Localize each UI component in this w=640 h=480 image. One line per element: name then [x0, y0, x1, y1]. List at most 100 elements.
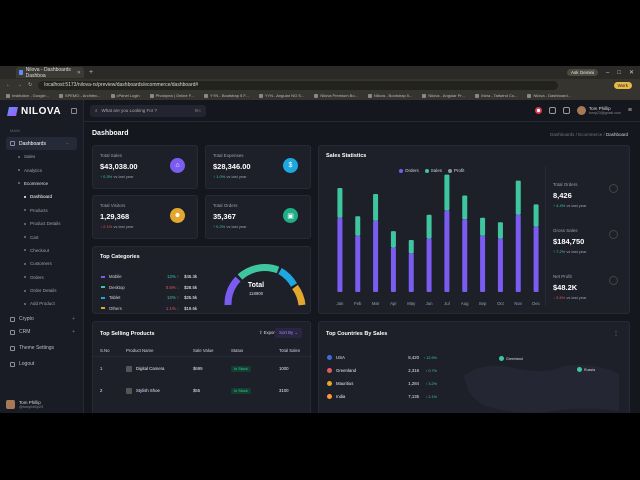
bookmark-item[interactable]: Xstra - Tailwind Co... [475, 93, 518, 98]
submenu-item-product-details[interactable]: Product Details [6, 217, 83, 230]
fullscreen-icon[interactable] [562, 107, 570, 114]
sidebar-item-sales[interactable]: Sales [0, 150, 83, 163]
stat-change: ↑ 0.2% vs last year [213, 224, 247, 229]
box-icon: ▣ [283, 208, 298, 223]
submenu-item-checkout[interactable]: Checkout [6, 244, 83, 257]
reload-icon[interactable]: ↻ [28, 82, 32, 88]
url-field[interactable]: localhost:5173/nilova-rs/preview/dashboa… [38, 80, 559, 90]
bookmark-item[interactable]: Nilova - Bootstrap 5... [368, 93, 412, 98]
bar-sales-nov[interactable] [515, 180, 521, 215]
submenu-item-order-details[interactable]: Order Details [6, 284, 83, 297]
minimize-icon[interactable]: – [606, 70, 609, 76]
bar-orders-jul[interactable] [444, 210, 450, 292]
bookmark-item[interactable]: Nilova - Angular Pr... [422, 93, 464, 98]
sidebar-item-dashboards[interactable]: Dashboards − [6, 137, 77, 150]
bar-orders-sep[interactable] [480, 235, 486, 292]
sidebar-user[interactable]: Tom Phillip @tomphillip23 [6, 400, 43, 409]
bookmark-item[interactable]: SPEMO - Architec... [59, 93, 101, 98]
profile-pill[interactable]: Work [613, 81, 632, 89]
sidebar-item-crm[interactable]: CRM + [0, 326, 83, 339]
bar-sales-jan[interactable] [337, 188, 343, 218]
bookmark-item[interactable]: YYN - Bootstrap 5 F... [204, 93, 249, 98]
bookmark-item[interactable]: YYN - Angular NG S... [259, 93, 305, 98]
bookmark-item[interactable]: Photopea | Online F... [150, 93, 194, 98]
bar-orders-jun[interactable] [426, 238, 432, 292]
bar-orders-jan[interactable] [337, 217, 343, 292]
country-row: USA 8,420 ↑ 12.9% [327, 355, 437, 360]
ask-gemini-button[interactable]: Ask Gemini [566, 69, 598, 76]
browser-tab-strip: Nilova - Dashboards Dashboa ✕ + Ask Gemi… [0, 66, 640, 79]
export-button[interactable]: ⇪ Export [259, 330, 276, 336]
bar-sales-jul[interactable] [444, 174, 450, 211]
new-tab-icon[interactable]: + [89, 69, 93, 76]
box-icon [609, 184, 618, 193]
bar-orders-may[interactable] [408, 253, 414, 292]
sort-by-dropdown[interactable]: Sort By ⌄ [275, 328, 302, 338]
submenu-item-cart[interactable]: Cart [6, 230, 83, 243]
map-pin-russia[interactable]: Russia [577, 367, 595, 372]
plus-icon: + [72, 316, 75, 323]
search-input[interactable]: ⌕ What are you Looking For ? ⌘K [90, 104, 206, 117]
product-cell-value: $55 [193, 388, 201, 393]
bar-sales-aug[interactable] [462, 195, 468, 220]
bar-sales-oct[interactable] [497, 222, 503, 239]
language-flag-icon[interactable] [534, 107, 542, 114]
product-name[interactable]: Stylish Shoe [136, 388, 160, 393]
legend-item-orders[interactable]: Orders [399, 168, 419, 173]
bookmark-item[interactable]: Institution - Google... [6, 93, 49, 98]
stat-label: Total Orders [213, 203, 238, 208]
sidebar-item-analytics[interactable]: Analytics [0, 163, 83, 176]
bar-sales-apr[interactable] [390, 231, 396, 248]
submenu-item-orders[interactable]: Orders [6, 271, 83, 284]
sidebar-item-logout[interactable]: Logout [0, 358, 83, 371]
notification-icon[interactable] [548, 107, 556, 114]
bar-orders-oct[interactable] [497, 238, 503, 292]
submenu-item-customers[interactable]: Customers [6, 257, 83, 270]
submenu-item-products[interactable]: Products [6, 204, 83, 217]
bar-orders-dec[interactable] [533, 226, 539, 292]
close-tab-icon[interactable]: ✕ [77, 70, 81, 76]
back-icon[interactable]: ← [6, 82, 11, 88]
product-cell-no: 2 [100, 388, 103, 393]
bookmark-item[interactable]: Nilova Premium Bo... [314, 93, 358, 98]
legend-item-profit[interactable]: Profit [448, 168, 465, 173]
bar-sales-may[interactable] [408, 240, 414, 254]
bar-sales-mar[interactable] [373, 193, 379, 221]
country-row: India 7,135 ↑ 2.1% [327, 394, 437, 399]
close-window-icon[interactable]: ✕ [629, 69, 634, 76]
bookmark-item[interactable]: Nilova - Dashboard... [527, 93, 571, 98]
map-pin-greenland[interactable]: Greenland [499, 356, 523, 361]
submenu-item-add-product[interactable]: Add Product [6, 297, 83, 310]
stat-change: ↑ 1.0% vs last year [213, 174, 247, 179]
bar-orders-mar[interactable] [373, 220, 379, 292]
bar-orders-aug[interactable] [462, 219, 468, 292]
bookmarks-bar: Institution - Google... SPEMO - Architec.… [0, 91, 640, 100]
collapse-sidebar-icon[interactable] [71, 108, 77, 114]
bar-sales-jun[interactable] [426, 214, 432, 239]
legend-item-sales[interactable]: Sales [425, 168, 442, 173]
sidebar-item-ecommerce[interactable]: Ecommerce [0, 177, 83, 190]
sales-bar-chart: Jan Feb Mar Apr May Jun Jul Aug Sep Oct Nov Dec [336, 174, 541, 306]
sidebar-item-theme-settings[interactable]: Theme Settings [0, 342, 83, 355]
forward-icon[interactable]: → [17, 82, 22, 88]
bar-sales-feb[interactable] [355, 216, 361, 236]
bar-sales-sep[interactable] [480, 217, 486, 236]
bar-orders-apr[interactable] [390, 247, 396, 292]
maximize-icon[interactable]: □ [617, 70, 621, 76]
menu-icon[interactable]: ≡ [628, 107, 632, 114]
side-stat-change: ↑ 4.4% vs last year [553, 203, 587, 208]
sidebar-item-crypto[interactable]: Crypto + [0, 313, 83, 326]
bookmark-item[interactable]: cPanel Login [111, 93, 140, 98]
bar-orders-nov[interactable] [515, 214, 521, 292]
bar-orders-feb[interactable] [355, 235, 361, 292]
bar-sales-dec[interactable] [533, 204, 539, 227]
breadcrumb-ecommerce[interactable]: Ecommerce [578, 132, 602, 137]
product-name[interactable]: Digital Camera [136, 366, 164, 371]
breadcrumb-dashboards[interactable]: Dashboards [550, 132, 574, 137]
map-landmass [464, 365, 619, 413]
country-name: Greenland [336, 368, 357, 373]
more-options-icon[interactable]: ⋮ [613, 330, 619, 337]
browser-tab[interactable]: Nilova - Dashboards Dashboa ✕ [16, 67, 84, 79]
submenu-item-dashboard[interactable]: Dashboard [6, 190, 83, 203]
topbar-user[interactable]: Tom Phillip tomp23@gmail.com [576, 106, 621, 115]
